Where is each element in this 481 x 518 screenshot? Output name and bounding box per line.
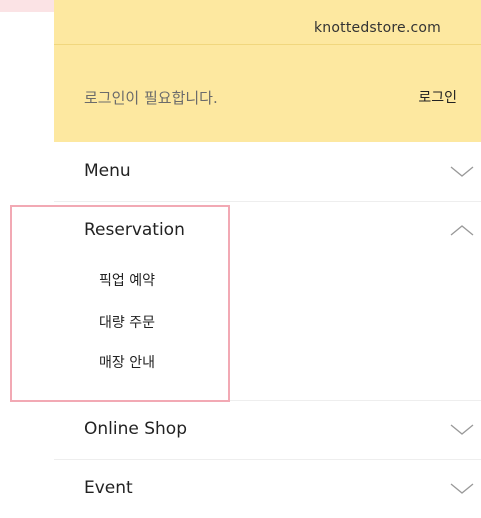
left-overlay <box>0 0 54 495</box>
menu-item-event[interactable]: Event <box>54 460 481 518</box>
login-button[interactable]: 로그인 <box>418 87 457 107</box>
submenu-store-info[interactable]: 매장 안내 <box>99 352 155 372</box>
chevron-up-icon <box>450 225 474 236</box>
site-domain: knottedstore.com <box>314 20 441 36</box>
menu-item-label: Menu <box>84 161 131 181</box>
menu-item-label: Event <box>84 478 133 498</box>
login-required-message: 로그인이 필요합니다. <box>84 89 218 107</box>
top-bar: knottedstore.com <box>54 0 481 45</box>
chevron-down-icon <box>450 483 474 494</box>
menu-item-online-shop[interactable]: Online Shop <box>54 401 481 460</box>
submenu-pickup-reservation[interactable]: 픽업 예약 <box>99 270 155 290</box>
menu-item-label: Reservation <box>84 220 185 240</box>
submenu-bulk-order[interactable]: 대량 주문 <box>99 312 155 332</box>
chevron-down-icon <box>450 166 474 177</box>
menu-item-label: Online Shop <box>84 419 187 439</box>
side-menu-panel: knottedstore.com 로그인이 필요합니다. 로그인 Menu Re… <box>54 0 481 498</box>
login-banner: 로그인이 필요합니다. 로그인 <box>54 45 481 142</box>
chevron-down-icon <box>450 424 474 435</box>
menu-item-menu[interactable]: Menu <box>54 143 481 202</box>
menu-item-reservation[interactable]: Reservation 픽업 예약 대량 주문 매장 안내 <box>54 202 481 401</box>
